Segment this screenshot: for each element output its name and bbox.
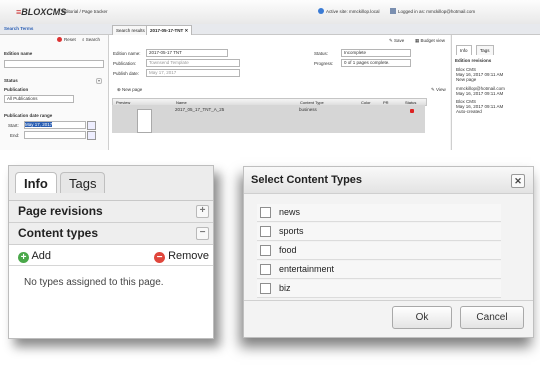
list-item[interactable]: food bbox=[257, 242, 501, 260]
tab-tags[interactable]: Tags bbox=[476, 45, 494, 55]
dialog-title-bar: Select Content Types ✕ bbox=[244, 167, 533, 194]
content-types-section[interactable]: Content types − bbox=[9, 223, 213, 245]
edition-revisions-title: Edition revisions bbox=[455, 58, 492, 63]
search-panel: Reset ⌕ Search Edition name Status ▾ Pub… bbox=[0, 35, 109, 150]
globe-icon bbox=[318, 8, 324, 14]
edition-name-field[interactable]: 2017-05-17 TNT bbox=[146, 49, 228, 57]
cancel-button[interactable]: Cancel bbox=[460, 306, 524, 329]
list-item[interactable]: biz bbox=[257, 280, 501, 298]
status-label: Status: bbox=[314, 51, 329, 56]
tab-tags[interactable]: Tags bbox=[60, 172, 106, 193]
status-toggle[interactable]: ▾ bbox=[96, 78, 102, 84]
reset-button[interactable]: Reset bbox=[64, 37, 76, 42]
checkbox[interactable] bbox=[260, 283, 271, 294]
ok-button[interactable]: Ok bbox=[392, 306, 452, 329]
empty-types-message: No types assigned to this page. bbox=[24, 277, 164, 288]
app-header: ≡BLOXCMS Editorial / Page tracker Active… bbox=[0, 0, 540, 25]
option-label: biz bbox=[279, 283, 291, 293]
active-site[interactable]: Active site: mmckillop.local bbox=[326, 9, 380, 14]
col-content-type[interactable]: Content Type bbox=[300, 100, 324, 105]
status-indicator bbox=[410, 109, 414, 113]
col-preview[interactable]: Preview bbox=[116, 100, 130, 105]
option-label: sports bbox=[279, 226, 304, 236]
calendar-icon[interactable] bbox=[87, 131, 96, 140]
start-date-input[interactable]: May 17, 2017 bbox=[24, 121, 86, 129]
search-button[interactable]: ⌕ Search bbox=[82, 37, 100, 42]
checkbox[interactable] bbox=[260, 245, 271, 256]
col-name[interactable]: Name bbox=[176, 100, 187, 105]
remove-button[interactable]: − Remove bbox=[154, 250, 209, 263]
tab-row: Search Terms Search results 2017-05-17-T… bbox=[0, 24, 540, 35]
publication-field[interactable]: Townsend Template bbox=[146, 59, 240, 67]
close-icon[interactable]: ✕ bbox=[511, 174, 525, 188]
page-thumbnail[interactable] bbox=[137, 109, 152, 133]
save-button[interactable]: ✎ Save bbox=[389, 38, 404, 44]
page-revisions-section[interactable]: Page revisions + bbox=[9, 201, 213, 223]
option-label: food bbox=[279, 245, 297, 255]
progress-field: 0 of 1 pages complete. bbox=[341, 59, 411, 67]
tab-search-results[interactable]: Search results bbox=[112, 25, 149, 35]
view-button[interactable]: ✎ View bbox=[431, 87, 446, 93]
logged-in-user[interactable]: Logged in as: mmckillop@hotmail.com bbox=[398, 9, 475, 14]
row-name: 2017_05_17_TNT_A_25 bbox=[175, 107, 225, 112]
tab-info[interactable]: Info bbox=[456, 45, 472, 55]
pub-date-range-label: Publication date range bbox=[4, 113, 53, 118]
publication-label: Publication: bbox=[113, 61, 137, 66]
checkbox[interactable] bbox=[260, 207, 271, 218]
option-label: entertainment bbox=[279, 264, 335, 274]
new-page-button[interactable]: ⊕ New page bbox=[117, 87, 142, 93]
collapse-icon[interactable]: − bbox=[196, 227, 209, 240]
divider bbox=[244, 300, 533, 301]
publish-date-field[interactable]: May 17, 2017 bbox=[146, 69, 240, 77]
col-status[interactable]: Status bbox=[405, 100, 416, 105]
list-item[interactable]: news bbox=[257, 204, 501, 222]
page-tracker-screenshot: ≡BLOXCMS Editorial / Page tracker Active… bbox=[0, 0, 540, 150]
breadcrumb[interactable]: Editorial / Page tracker bbox=[62, 9, 108, 14]
edition-name-label: Edition name bbox=[4, 51, 33, 56]
panel-tab-bar: Info Tags bbox=[9, 166, 213, 201]
revision-entry: Blox CMS May 16, 2017 09:11 AM New page bbox=[456, 67, 504, 82]
status-label: Status bbox=[4, 78, 18, 83]
edition-name-input[interactable] bbox=[4, 60, 104, 68]
page-info-panel: Info Tags Page revisions + Content types… bbox=[8, 165, 214, 339]
revision-entry: Blox CMS May 16, 2017 09:11 AM Auto-crea… bbox=[456, 99, 504, 114]
publication-label: Publication bbox=[4, 87, 29, 92]
col-pr[interactable]: PR bbox=[383, 100, 389, 105]
divider bbox=[9, 265, 213, 266]
revision-entry: mmckillop@hotmail.com May 16, 2017 09:11… bbox=[456, 86, 505, 96]
row-content-type: business bbox=[299, 107, 317, 112]
tab-edition[interactable]: 2017-05-17-TNT ✕ bbox=[146, 25, 193, 35]
search-terms-title: Search Terms bbox=[4, 26, 34, 31]
remove-icon: − bbox=[154, 252, 165, 263]
progress-label: Progress: bbox=[314, 61, 334, 66]
tab-info[interactable]: Info bbox=[15, 172, 57, 193]
checkbox[interactable] bbox=[260, 264, 271, 275]
info-sidebar: Info Tags Edition revisions Blox CMS May… bbox=[451, 35, 540, 150]
add-icon: + bbox=[18, 252, 29, 263]
dialog-title: Select Content Types bbox=[251, 174, 363, 186]
user-icon bbox=[390, 8, 396, 14]
end-date-input[interactable] bbox=[24, 131, 86, 139]
publication-select[interactable]: All Publications bbox=[4, 95, 74, 103]
expand-icon[interactable]: + bbox=[196, 205, 209, 218]
calendar-icon[interactable] bbox=[87, 121, 96, 130]
edition-name-label: Edition name: bbox=[113, 51, 141, 56]
select-content-types-dialog: Select Content Types ✕ news sports food … bbox=[243, 166, 534, 338]
add-button[interactable]: + Add bbox=[18, 250, 51, 263]
reset-icon bbox=[57, 37, 62, 42]
table-row[interactable]: 2017_05_17_TNT_A_25 business bbox=[112, 105, 425, 133]
content-types-label: Content types bbox=[18, 226, 99, 240]
budget-view-button[interactable]: ▦ Budget view bbox=[415, 38, 445, 44]
option-label: news bbox=[279, 207, 301, 217]
checkbox[interactable] bbox=[260, 226, 271, 237]
end-label: End: bbox=[10, 133, 20, 138]
start-label: Start: bbox=[8, 123, 19, 128]
status-field: Incomplete bbox=[341, 49, 411, 57]
col-color[interactable]: Color bbox=[361, 100, 371, 105]
publish-date-label: Publish date: bbox=[113, 71, 140, 76]
list-item[interactable]: sports bbox=[257, 223, 501, 241]
page-revisions-label: Page revisions bbox=[18, 204, 103, 218]
list-item[interactable]: entertainment bbox=[257, 261, 501, 279]
blox-logo: ≡BLOXCMS bbox=[16, 7, 67, 17]
